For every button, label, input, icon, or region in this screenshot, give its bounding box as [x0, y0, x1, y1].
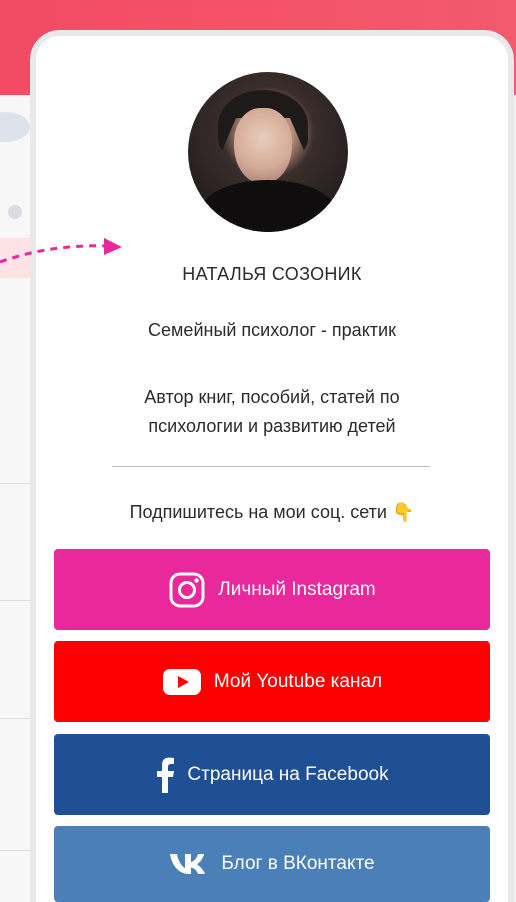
- background-decoration: [8, 205, 22, 219]
- instagram-icon: [168, 571, 206, 609]
- vk-icon: [169, 852, 209, 876]
- description-line: психологии и развитию детей: [148, 416, 396, 436]
- instagram-button[interactable]: Личный Instagram: [54, 549, 490, 630]
- profile-name: НАТАЛЬЯ СОЗОНИК: [182, 264, 362, 284]
- instagram-button-label: Личный Instagram: [218, 578, 376, 600]
- subscribe-label: Подпишитесь на мои соц. сети: [129, 502, 387, 522]
- pointing-down-icon: 👇: [392, 502, 415, 522]
- description-line: Автор книг, пособий, статей по: [144, 387, 400, 407]
- divider: [112, 466, 430, 467]
- youtube-button[interactable]: Мой Youtube канал: [54, 641, 490, 722]
- vkontakte-button-label: Блог в ВКонтакте: [221, 853, 375, 874]
- profile-description: Автор книг, пособий, статей по психологи…: [30, 383, 514, 441]
- vkontakte-button[interactable]: Блог в ВКонтакте: [54, 826, 490, 902]
- profile-role: Семейный психолог - практик: [148, 320, 396, 340]
- youtube-icon: [162, 668, 202, 696]
- facebook-button[interactable]: Страница на Facebook: [54, 734, 490, 815]
- avatar: [188, 72, 348, 232]
- facebook-button-label: Страница на Facebook: [187, 763, 389, 785]
- youtube-button-label: Мой Youtube канал: [213, 670, 383, 692]
- facebook-icon: [155, 757, 175, 793]
- subscribe-text: Подпишитесь на мои соц. сети 👇: [30, 502, 514, 523]
